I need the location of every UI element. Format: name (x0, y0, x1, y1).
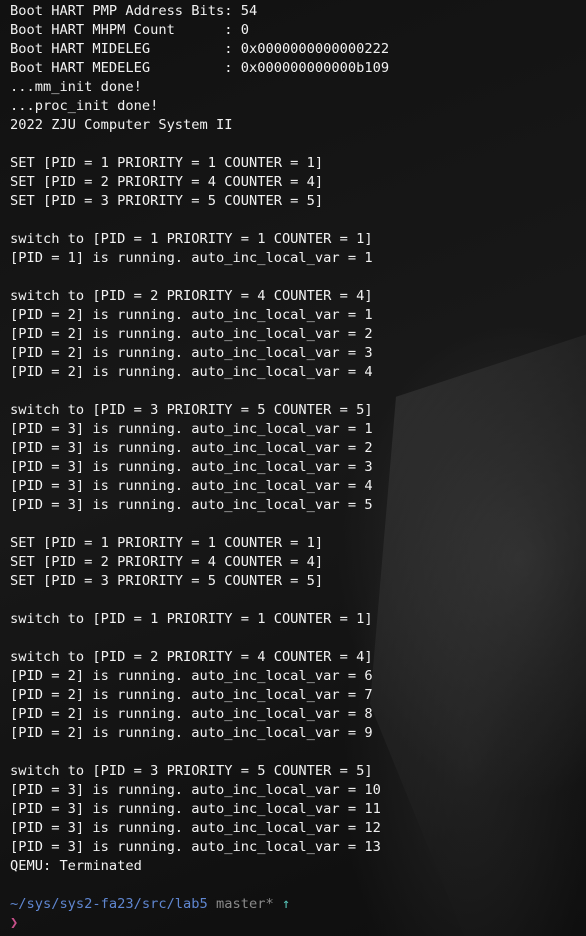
output-line: switch to [PID = 1 PRIORITY = 1 COUNTER … (10, 611, 373, 627)
output-line: Boot HART PMP Address Bits: 54 (10, 3, 258, 19)
output-line: SET [PID = 1 PRIORITY = 1 COUNTER = 1] (10, 535, 324, 551)
output-line: [PID = 2] is running. auto_inc_local_var… (10, 706, 373, 722)
output-line: ...proc_init done! (10, 98, 159, 114)
output-line: [PID = 3] is running. auto_inc_local_var… (10, 459, 373, 475)
output-line: ...mm_init done! (10, 79, 142, 95)
background-image (370, 320, 586, 936)
output-line: switch to [PID = 3 PRIORITY = 5 COUNTER … (10, 402, 373, 418)
output-line: [PID = 3] is running. auto_inc_local_var… (10, 478, 373, 494)
output-line: SET [PID = 3 PRIORITY = 5 COUNTER = 5] (10, 573, 324, 589)
output-line: [PID = 2] is running. auto_inc_local_var… (10, 345, 373, 361)
output-line: SET [PID = 3 PRIORITY = 5 COUNTER = 5] (10, 193, 324, 209)
output-line: switch to [PID = 3 PRIORITY = 5 COUNTER … (10, 763, 373, 779)
output-line: [PID = 2] is running. auto_inc_local_var… (10, 668, 373, 684)
command-input-line[interactable]: ❯ (10, 914, 389, 933)
output-line: switch to [PID = 1 PRIORITY = 1 COUNTER … (10, 231, 373, 247)
output-line: [PID = 3] is running. auto_inc_local_var… (10, 421, 373, 437)
output-line: [PID = 2] is running. auto_inc_local_var… (10, 687, 373, 703)
output-line: [PID = 2] is running. auto_inc_local_var… (10, 326, 373, 342)
prompt-caret-icon: ❯ (10, 915, 19, 931)
output-line: [PID = 1] is running. auto_inc_local_var… (10, 250, 373, 266)
output-line: 2022 ZJU Computer System II (10, 117, 233, 133)
prompt-path: ~/sys/sys2-fa23/src/lab5 (10, 896, 208, 912)
terminal-output: Boot HART PMP Address Bits: 54 Boot HART … (10, 2, 389, 933)
git-ahead-arrow-icon: ↑ (281, 896, 291, 912)
output-line: [PID = 2] is running. auto_inc_local_var… (10, 364, 373, 380)
output-line: [PID = 3] is running. auto_inc_local_var… (10, 820, 381, 836)
shell-prompt: ~/sys/sys2-fa23/src/lab5 master* ↑ (10, 895, 389, 914)
output-line: SET [PID = 2 PRIORITY = 4 COUNTER = 4] (10, 554, 324, 570)
prompt-git-branch: master* (216, 896, 274, 912)
output-line: QEMU: Terminated (10, 858, 142, 874)
output-line: [PID = 3] is running. auto_inc_local_var… (10, 497, 373, 513)
output-line: Boot HART MHPM Count : 0 (10, 22, 249, 38)
output-line: SET [PID = 2 PRIORITY = 4 COUNTER = 4] (10, 174, 324, 190)
output-line: [PID = 3] is running. auto_inc_local_var… (10, 839, 381, 855)
terminal-window[interactable]: Boot HART PMP Address Bits: 54 Boot HART … (0, 0, 586, 936)
output-line: SET [PID = 1 PRIORITY = 1 COUNTER = 1] (10, 155, 324, 171)
output-line: Boot HART MEDELEG : 0x000000000000b109 (10, 60, 390, 76)
output-line: [PID = 3] is running. auto_inc_local_var… (10, 440, 373, 456)
output-line: [PID = 3] is running. auto_inc_local_var… (10, 801, 381, 817)
output-line: switch to [PID = 2 PRIORITY = 4 COUNTER … (10, 288, 373, 304)
output-lines: Boot HART PMP Address Bits: 54 Boot HART … (10, 2, 389, 895)
output-line: switch to [PID = 2 PRIORITY = 4 COUNTER … (10, 649, 373, 665)
output-line: [PID = 2] is running. auto_inc_local_var… (10, 307, 373, 323)
output-line: [PID = 2] is running. auto_inc_local_var… (10, 725, 373, 741)
output-line: Boot HART MIDELEG : 0x0000000000000222 (10, 41, 390, 57)
output-line: [PID = 3] is running. auto_inc_local_var… (10, 782, 381, 798)
